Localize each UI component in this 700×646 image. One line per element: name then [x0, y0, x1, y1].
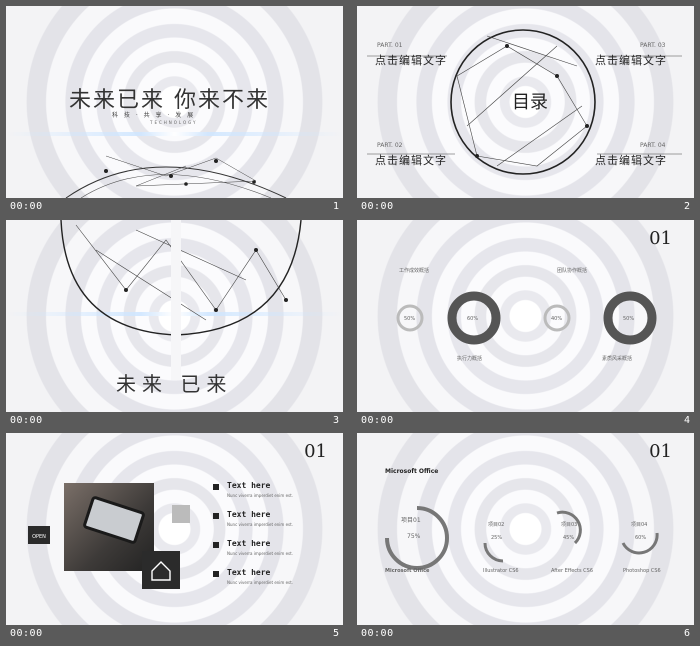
slide-number: 5 — [332, 628, 339, 639]
slide-canvas: 01 Microsoft Office 项目01 75% 项目02 25% 项目… — [357, 433, 694, 625]
part-text-1: 点击编辑文字 — [375, 54, 447, 67]
slide-time: 00:00 — [10, 415, 43, 426]
catalog-title: 目录 — [512, 92, 548, 113]
app-label-3: After Effects CS6 — [551, 568, 594, 574]
app-label-1: Microsoft Office — [385, 568, 430, 574]
pct-label-1: 75% — [407, 533, 421, 540]
slide-footer-bar: 00:00 6 — [357, 625, 694, 645]
part-label-4: PART. 04 — [640, 142, 666, 149]
slide-canvas: 01 工作成效概括 团队协作概括 执行力概括 素质风采概括 50% 60% 40… — [357, 220, 694, 412]
slide-thumb-2[interactable]: 目录 PART. 01 点击编辑文字 PART. 03 点击编辑文字 PART.… — [357, 6, 694, 218]
part-text-3: 点击编辑文字 — [595, 54, 667, 67]
ring-charts — [385, 506, 659, 570]
slide-time: 00:00 — [10, 628, 43, 639]
list-item-title: Text here — [227, 539, 271, 548]
pct-label-3: 40% — [551, 316, 563, 322]
slide-thumb-5[interactable]: 01 OPEN Text here Nunc viverra imperdiet… — [6, 433, 343, 645]
slide-thumb-3[interactable]: 未来 已来 00:00 3 — [6, 220, 343, 432]
bullet — [213, 484, 219, 490]
slide-title: 未来 已来 — [116, 372, 233, 396]
part-label-1: PART. 01 — [377, 42, 403, 49]
list-item-title: Text here — [227, 510, 271, 519]
home-icon — [142, 551, 180, 589]
pct-label-4: 50% — [623, 316, 635, 322]
slide-canvas: 未来 已来 — [6, 220, 343, 412]
list-item-sub: Nunc viverra imperdiet enim est. — [227, 551, 293, 556]
open-sign-icon: OPEN — [28, 526, 50, 544]
list-item-sub: Nunc viverra imperdiet enim est. — [227, 522, 293, 527]
bullet — [213, 571, 219, 577]
page-number-label: 01 — [304, 441, 327, 462]
slide-time: 00:00 — [361, 201, 394, 212]
slide-footer-bar: 00:00 2 — [357, 198, 694, 218]
slide-number: 2 — [683, 201, 690, 212]
project-label-2: 项目02 — [488, 522, 505, 528]
part-label-2: PART. 02 — [377, 142, 403, 149]
list-item-sub: Nunc viverra imperdiet enim est. — [227, 580, 293, 585]
slide-canvas: 未来已来 你来不来 科 技 · 共 享 · 发 展 TECHNOLOGY — [6, 6, 343, 198]
pct-label-3: 45% — [563, 535, 575, 541]
project-label-3: 项目03 — [561, 522, 578, 528]
network-sphere-graphic — [65, 155, 287, 198]
project-label-4: 项目04 — [631, 522, 648, 528]
edit-icon — [172, 505, 190, 523]
slide-number: 4 — [683, 415, 690, 426]
part-text-4: 点击编辑文字 — [595, 154, 667, 167]
pct-label-4: 60% — [635, 535, 647, 541]
app-label-2: Illustrator CS6 — [483, 568, 519, 574]
phone-photo — [64, 483, 154, 571]
bullet — [213, 513, 219, 519]
slide-canvas: 目录 PART. 01 点击编辑文字 PART. 03 点击编辑文字 PART.… — [357, 6, 694, 198]
pct-label-2: 60% — [467, 316, 479, 322]
slide-number: 3 — [332, 415, 339, 426]
part-text-2: 点击编辑文字 — [375, 154, 447, 167]
section-heading-4: 素质风采概括 — [602, 356, 633, 362]
slide-number: 6 — [683, 628, 690, 639]
slide-time: 00:00 — [10, 201, 43, 212]
slide-thumb-4[interactable]: 01 工作成效概括 团队协作概括 执行力概括 素质风采概括 50% 60% 40… — [357, 220, 694, 432]
slide-footer-bar: 00:00 3 — [6, 412, 343, 432]
section-heading-3: 执行力概括 — [457, 356, 483, 362]
section-heading-2: 团队协作概括 — [557, 268, 588, 274]
slide-time: 00:00 — [361, 628, 394, 639]
app-label-4: Photoshop CS6 — [623, 568, 661, 574]
pct-label-2: 25% — [491, 535, 503, 541]
pct-label-1: 50% — [404, 316, 416, 322]
list-item-title: Text here — [227, 568, 271, 577]
slide-thumb-1[interactable]: 未来已来 你来不来 科 技 · 共 享 · 发 展 TECHNOLOGY 00:… — [6, 6, 343, 218]
slide-canvas: 01 OPEN Text here Nunc viverra imperdiet… — [6, 433, 343, 625]
slide-footer-bar: 00:00 1 — [6, 198, 343, 218]
slide-footer-bar: 00:00 4 — [357, 412, 694, 432]
slide-time: 00:00 — [361, 415, 394, 426]
bullet — [213, 542, 219, 548]
list-item-sub: Nunc viverra imperdiet enim est. — [227, 493, 293, 498]
slide-number: 1 — [332, 201, 339, 212]
part-label-3: PART. 03 — [640, 42, 666, 49]
section-heading-1: 工作成效概括 — [399, 268, 430, 274]
list-item-title: Text here — [227, 481, 271, 490]
slide-thumb-6[interactable]: 01 Microsoft Office 项目01 75% 项目02 25% 项目… — [357, 433, 694, 645]
slide-footer-bar: 00:00 5 — [6, 625, 343, 645]
project-label-1: 项目01 — [401, 517, 421, 524]
